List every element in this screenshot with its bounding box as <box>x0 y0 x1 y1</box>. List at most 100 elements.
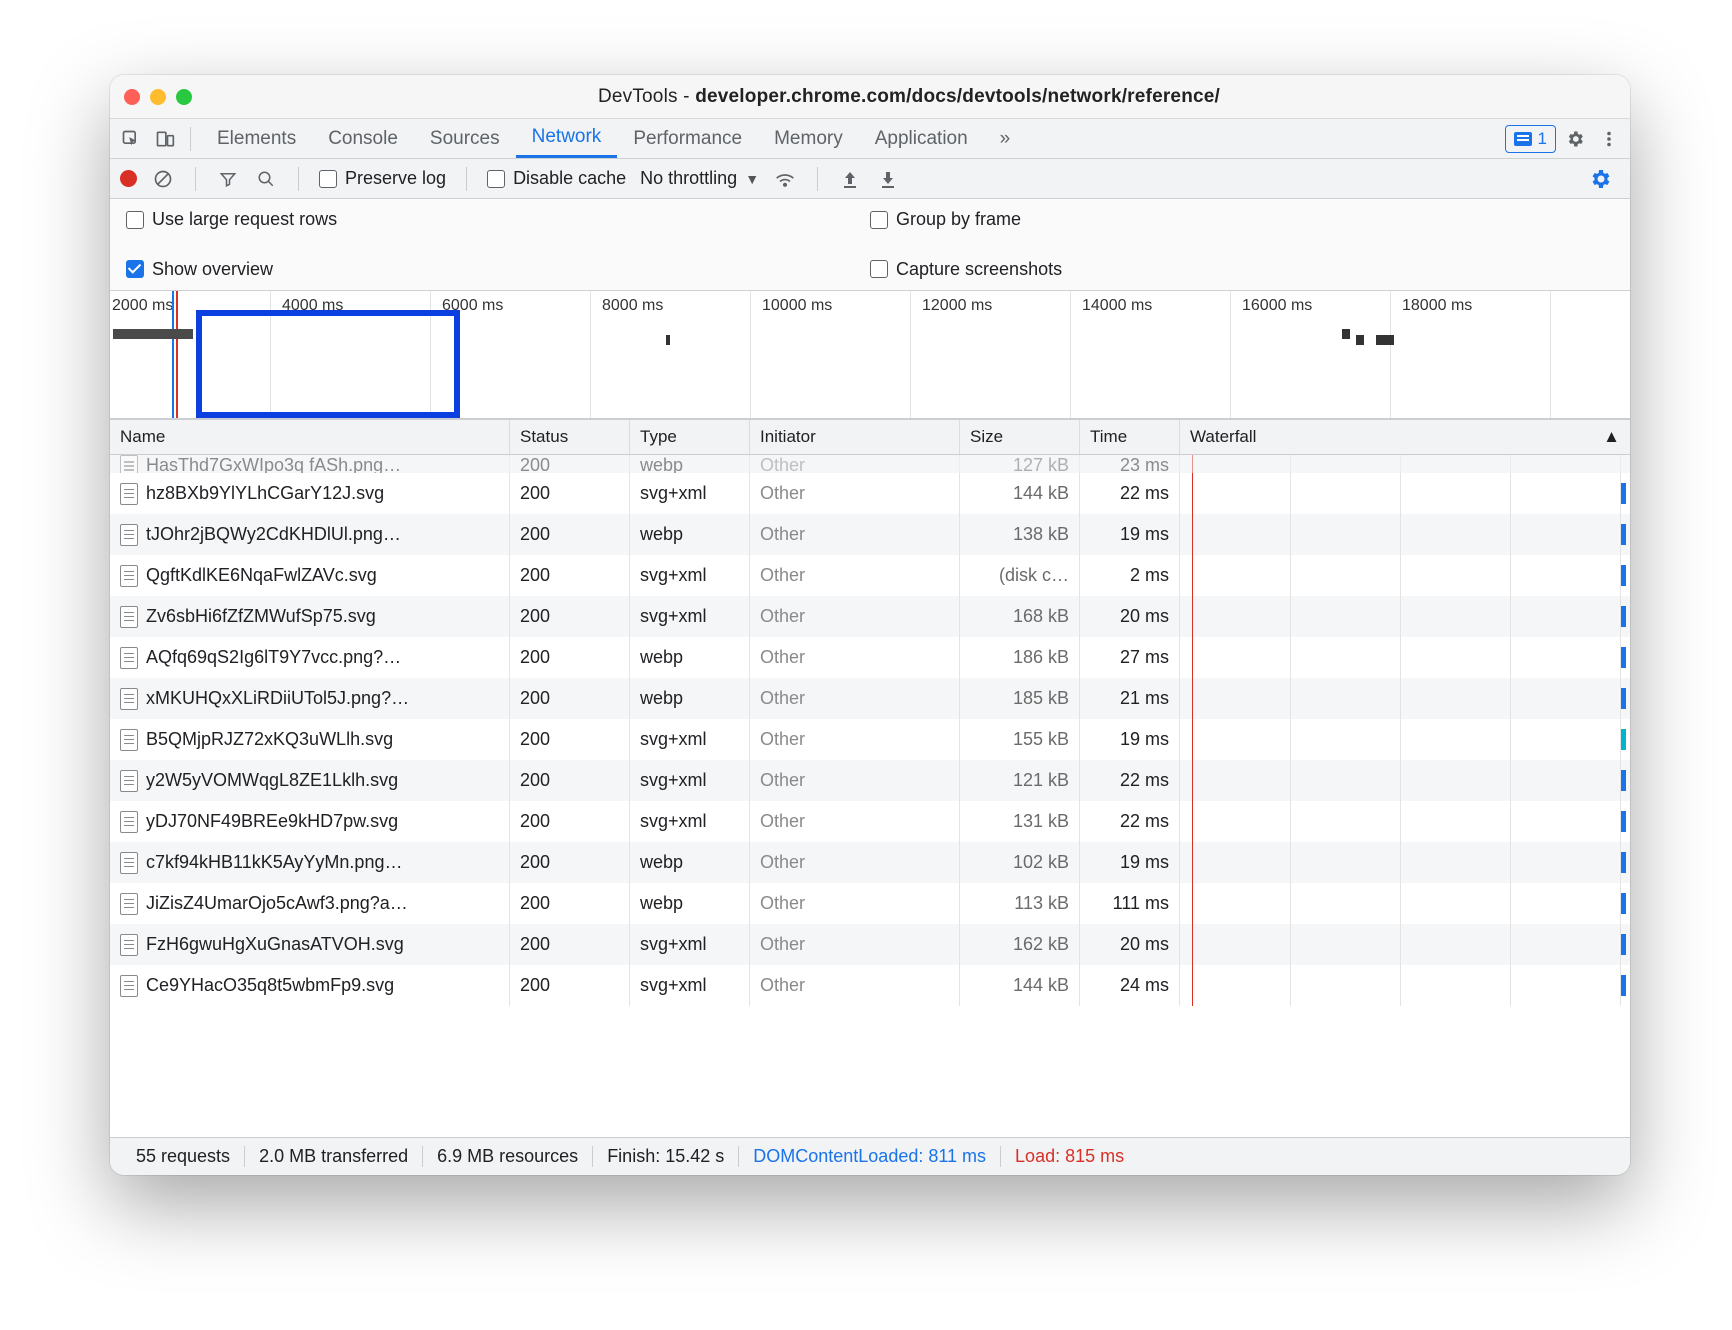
file-icon <box>120 524 138 546</box>
table-row[interactable]: y2W5yVOMWqgL8ZE1Lklh.svg200svg+xmlOther1… <box>110 760 1630 801</box>
load-marker <box>176 291 178 418</box>
request-size: 186 kB <box>960 637 1080 678</box>
table-row[interactable]: hz8BXb9YlYLhCGarY12J.svg200svg+xmlOther1… <box>110 473 1630 514</box>
table-row[interactable]: tJOhr2jBQWy2CdKHDlUl.png…200webpOther138… <box>110 514 1630 555</box>
group-by-frame-label: Group by frame <box>896 209 1021 230</box>
col-type[interactable]: Type <box>630 420 750 454</box>
col-name[interactable]: Name <box>110 420 510 454</box>
request-type: webp <box>630 637 750 678</box>
capture-screenshots-label: Capture screenshots <box>896 259 1062 280</box>
request-size: 168 kB <box>960 596 1080 637</box>
network-conditions-icon[interactable] <box>773 167 797 191</box>
request-type: svg+xml <box>630 760 750 801</box>
request-type: svg+xml <box>630 801 750 842</box>
request-initiator: Other <box>750 965 960 1006</box>
table-row[interactable]: JiZisZ4UmarOjo5cAwf3.png?a…200webpOther1… <box>110 883 1630 924</box>
window-titlebar: DevTools - developer.chrome.com/docs/dev… <box>110 75 1630 119</box>
request-initiator: Other <box>750 719 960 760</box>
capture-screenshots-checkbox[interactable]: Capture screenshots <box>870 256 1614 282</box>
show-overview-checkbox[interactable]: Show overview <box>126 256 870 282</box>
divider <box>817 167 818 191</box>
request-waterfall <box>1180 801 1630 842</box>
tab-memory[interactable]: Memory <box>758 119 859 158</box>
table-row[interactable]: AQfq69qS2Ig6lT9Y7vcc.png?…200webpOther18… <box>110 637 1630 678</box>
maximize-window-button[interactable] <box>176 89 192 105</box>
download-har-icon[interactable] <box>876 167 900 191</box>
table-row[interactable]: B5QMjpRJZ72xKQ3uWLlh.svg200svg+xmlOther1… <box>110 719 1630 760</box>
tab-sources[interactable]: Sources <box>414 119 516 158</box>
request-type: webp <box>630 883 750 924</box>
use-large-rows-checkbox[interactable]: Use large request rows <box>126 207 870 233</box>
table-row[interactable]: Ce9YHacO35q8t5wbmFp9.svg200svg+xmlOther1… <box>110 965 1630 1006</box>
search-icon[interactable] <box>254 167 278 191</box>
table-row[interactable]: yDJ70NF49BREe9kHD7pw.svg200svg+xmlOther1… <box>110 801 1630 842</box>
request-status: 200 <box>510 455 630 473</box>
request-status: 200 <box>510 555 630 596</box>
request-time: 19 ms <box>1080 842 1180 883</box>
request-type: svg+xml <box>630 719 750 760</box>
file-icon <box>120 770 138 792</box>
record-button[interactable] <box>120 170 137 187</box>
request-status: 200 <box>510 678 630 719</box>
request-type: svg+xml <box>630 555 750 596</box>
issues-badge[interactable]: 1 <box>1505 125 1556 153</box>
group-by-frame-checkbox[interactable]: Group by frame <box>870 207 1614 233</box>
throttling-select[interactable]: No throttling ▼ <box>640 168 759 189</box>
tab-performance[interactable]: Performance <box>617 119 758 158</box>
table-row[interactable]: c7kf94kHB11kK5AyYyMn.png…200webpOther102… <box>110 842 1630 883</box>
table-row[interactable]: QgftKdlKE6NqaFwlZAVc.svg200svg+xmlOther(… <box>110 555 1630 596</box>
request-waterfall <box>1180 760 1630 801</box>
request-initiator: Other <box>750 555 960 596</box>
close-window-button[interactable] <box>124 89 140 105</box>
request-time: 19 ms <box>1080 514 1180 555</box>
minimize-window-button[interactable] <box>150 89 166 105</box>
table-row[interactable]: HasThd7GxWIpo3q fASh.png…200webpOther127… <box>110 455 1630 473</box>
kebab-menu-icon[interactable] <box>1594 124 1624 154</box>
request-status: 200 <box>510 719 630 760</box>
table-row[interactable]: Zv6sbHi6fZfZMWufSp75.svg200svg+xmlOther1… <box>110 596 1630 637</box>
table-row[interactable]: xMKUHQxXLiRDiiUTol5J.png?…200webpOther18… <box>110 678 1630 719</box>
request-size: (disk c… <box>960 555 1080 596</box>
request-initiator: Other <box>750 924 960 965</box>
network-settings-gear-icon[interactable] <box>1580 159 1620 199</box>
preserve-log-label: Preserve log <box>345 168 446 189</box>
request-time: 19 ms <box>1080 719 1180 760</box>
request-initiator: Other <box>750 637 960 678</box>
col-status[interactable]: Status <box>510 420 630 454</box>
inspect-element-icon[interactable] <box>116 124 146 154</box>
devtools-window: DevTools - developer.chrome.com/docs/dev… <box>110 75 1630 1175</box>
request-name: AQfq69qS2Ig6lT9Y7vcc.png?… <box>146 647 401 668</box>
request-time: 23 ms <box>1080 455 1180 473</box>
request-table-body[interactable]: HasThd7GxWIpo3q fASh.png…200webpOther127… <box>110 455 1630 1137</box>
table-row[interactable]: FzH6gwuHgXuGnasATVOH.svg200svg+xmlOther1… <box>110 924 1630 965</box>
upload-har-icon[interactable] <box>838 167 862 191</box>
request-size: 102 kB <box>960 842 1080 883</box>
settings-icon[interactable] <box>1560 124 1590 154</box>
preserve-log-checkbox[interactable]: Preserve log <box>319 168 446 189</box>
col-size[interactable]: Size <box>960 420 1080 454</box>
device-toolbar-icon[interactable] <box>150 124 180 154</box>
status-load: Load: 815 ms <box>1001 1146 1138 1167</box>
tab-console[interactable]: Console <box>312 119 414 158</box>
request-waterfall <box>1180 883 1630 924</box>
request-status: 200 <box>510 965 630 1006</box>
disable-cache-checkbox[interactable]: Disable cache <box>487 168 626 189</box>
clear-icon[interactable] <box>151 167 175 191</box>
tab-elements[interactable]: Elements <box>201 119 312 158</box>
overview-timeline[interactable]: 2000 ms 4000 ms 6000 ms 8000 ms 10000 ms… <box>110 291 1630 419</box>
use-large-rows-label: Use large request rows <box>152 209 337 230</box>
col-initiator[interactable]: Initiator <box>750 420 960 454</box>
network-toolbar: Preserve log Disable cache No throttling… <box>110 159 1630 199</box>
col-time[interactable]: Time <box>1080 420 1180 454</box>
filter-icon[interactable] <box>216 167 240 191</box>
col-waterfall[interactable]: Waterfall▲ <box>1180 420 1630 454</box>
tab-network[interactable]: Network <box>516 119 618 158</box>
issues-count: 1 <box>1538 129 1547 149</box>
tab-application[interactable]: Application <box>859 119 984 158</box>
request-time: 21 ms <box>1080 678 1180 719</box>
request-name: hz8BXb9YlYLhCGarY12J.svg <box>146 483 384 504</box>
request-waterfall <box>1180 514 1630 555</box>
window-title: DevTools - developer.chrome.com/docs/dev… <box>202 86 1616 108</box>
request-waterfall <box>1180 455 1630 473</box>
more-tabs-button[interactable]: » <box>984 119 1027 158</box>
